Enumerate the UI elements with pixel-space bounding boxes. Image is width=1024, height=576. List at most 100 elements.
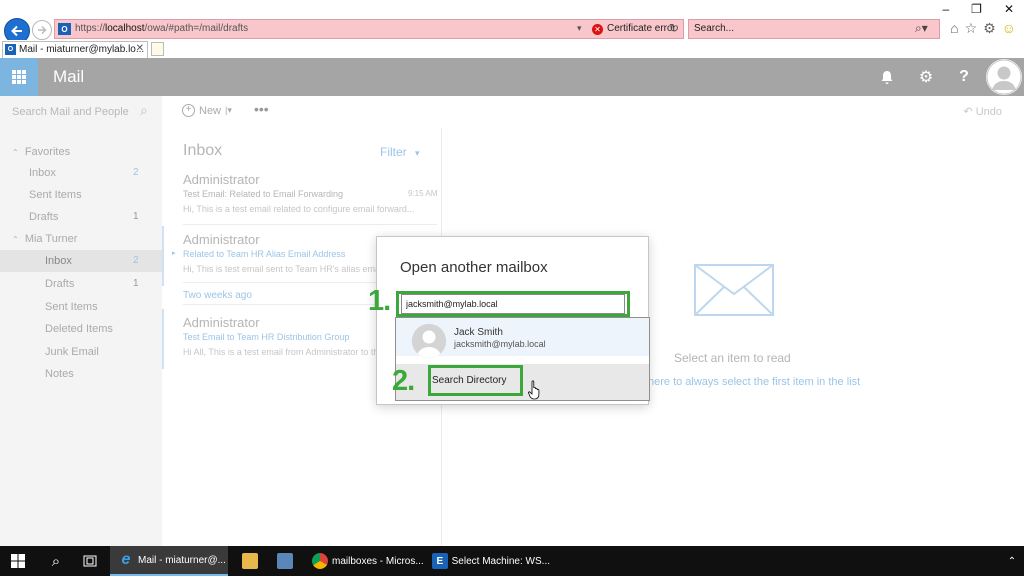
folder-favorites-inbox[interactable]: Inbox 2 — [0, 162, 162, 184]
empty-reading-message: Select an item to read — [674, 351, 791, 365]
tray-chevron-up-icon[interactable]: ⌃ — [1004, 546, 1020, 576]
folder-favorites-drafts[interactable]: Drafts 1 — [0, 206, 162, 228]
expand-arrow-icon: ▸ — [172, 250, 176, 257]
unread-count: 2 — [133, 167, 139, 178]
chevron-down-icon[interactable]: |▾ — [225, 105, 232, 116]
address-dropdown-icon[interactable]: ▾ — [577, 23, 582, 34]
browser-search-placeholder: Search... — [694, 23, 735, 34]
home-icon[interactable]: ⌂ — [950, 20, 958, 37]
window-controls: – ❐ ✕ — [942, 2, 1014, 16]
favorites-header[interactable]: ⌃ Favorites — [0, 141, 162, 163]
taskbar-item-label: Select Machine: WS... — [451, 555, 550, 567]
taskbar-item-label: Mail - miaturner@... — [138, 554, 226, 566]
undo-button[interactable]: ↶ Undo — [963, 105, 1002, 118]
folder-junk-email[interactable]: Junk Email — [0, 341, 162, 363]
bell-icon[interactable] — [868, 58, 906, 96]
app-name: Mail — [53, 67, 85, 86]
browser-tab[interactable]: O Mail - miaturner@mylab.lo... ✕ — [2, 41, 148, 58]
cert-error-icon[interactable]: ✕ — [592, 24, 603, 35]
favorites-label: ⌃ Favorites — [12, 146, 71, 158]
taskbar-item-mail[interactable]: e Mail - miaturner@... — [110, 546, 228, 576]
chevron-up-icon: ⌃ — [12, 148, 19, 157]
browser-tools: ⌂ ☆ ⚙ ☺ — [950, 20, 1016, 37]
filter-button[interactable]: Filter ▾ — [380, 145, 420, 159]
folder-label: Junk Email — [45, 346, 99, 358]
folder-drafts[interactable]: Drafts 1 — [0, 273, 162, 295]
reading-pane-link[interactable]: here to always select the first item in … — [648, 376, 860, 388]
envelope-icon — [694, 264, 774, 316]
start-button[interactable] — [0, 546, 36, 576]
selection-bar — [162, 309, 164, 369]
windows-logo-icon — [11, 554, 25, 568]
step2-highlight — [428, 365, 523, 396]
tab-close-icon[interactable]: ✕ — [136, 43, 144, 54]
folder-deleted-items[interactable]: Deleted Items — [0, 318, 162, 340]
tab-row: O Mail - miaturner@mylab.lo... ✕ — [0, 40, 1024, 59]
taskbar: ⌕ e Mail - miaturner@... mailboxes - Mic… — [0, 546, 1024, 576]
suggestion-email: jacksmith@mylab.local — [454, 339, 546, 349]
account-label: ⌃ Mia Turner — [12, 233, 78, 245]
taskbar-search-icon[interactable]: ⌕ — [40, 546, 72, 576]
new-label: New — [199, 104, 222, 117]
task-view-icon[interactable] — [76, 546, 104, 576]
suggestion-name: Jack Smith — [454, 327, 503, 338]
folder-label: Deleted Items — [45, 323, 113, 335]
folder-sent-items[interactable]: Sent Items — [0, 296, 162, 318]
forward-button[interactable] — [32, 20, 52, 40]
new-button[interactable]: + New |▾ — [182, 104, 232, 117]
message-sender: Administrator — [183, 232, 260, 247]
folder-label: Notes — [45, 368, 74, 380]
folder-inbox[interactable]: Inbox 2 — [0, 250, 162, 272]
address-bar[interactable]: O https://localhost/owa/#path=/mail/draf… — [54, 19, 684, 39]
search-icon[interactable]: ⌕ — [140, 102, 148, 119]
tab-title: Mail - miaturner@mylab.lo... — [19, 44, 145, 55]
forward-arrow-icon — [38, 26, 47, 34]
gear-icon[interactable]: ⚙ — [907, 58, 945, 96]
selection-bar — [162, 226, 164, 286]
account-header[interactable]: ⌃ Mia Turner — [0, 228, 162, 250]
folder-favorites-sent[interactable]: Sent Items — [0, 184, 162, 206]
minimize-button[interactable]: – — [942, 2, 949, 16]
message-sender: Administrator — [183, 172, 260, 187]
app-launcher-button[interactable] — [0, 58, 38, 96]
address-url: https://localhost/owa/#path=/mail/drafts — [75, 23, 249, 34]
help-icon[interactable]: ? — [945, 58, 983, 96]
feedback-smiley-icon[interactable]: ☺ — [1002, 20, 1016, 37]
restore-button[interactable]: ❐ — [971, 2, 982, 16]
search-icon[interactable]: ⌕▾ — [915, 21, 928, 36]
avatar[interactable] — [986, 59, 1022, 95]
folder-label: Inbox — [29, 167, 56, 179]
tools-gear-icon[interactable]: ⚙ — [983, 20, 996, 37]
taskbar-item-label: mailboxes - Micros... — [332, 555, 424, 567]
folder-label: Drafts — [45, 278, 75, 290]
folder-pane: ⌃ Favorites Inbox 2 Sent Items Drafts 1 … — [0, 128, 162, 546]
search-input[interactable]: Search Mail and People ⌕ — [0, 96, 162, 128]
taskbar-item-exchange[interactable]: E Select Machine: WS... — [426, 546, 550, 576]
close-window-button[interactable]: ✕ — [1004, 2, 1014, 16]
message-preview: Hi All, This is a test email from Admini… — [183, 347, 384, 357]
message-preview: Hi, This is test email sent to Team HR's… — [183, 264, 384, 274]
filter-label: Filter — [380, 145, 407, 159]
folder-notes[interactable]: Notes — [0, 363, 162, 385]
hand-cursor-icon — [528, 380, 540, 400]
tab-favicon-icon: O — [5, 44, 16, 55]
suggestion-item[interactable]: Jack Smith jacksmith@mylab.local — [396, 318, 649, 358]
more-actions-button[interactable]: ••• — [254, 101, 269, 117]
refresh-icon[interactable]: ↻ — [669, 21, 679, 35]
undo-icon: ↶ — [963, 106, 973, 118]
taskbar-item-explorer[interactable] — [238, 546, 262, 576]
message-subject: Test Email to Team HR Distribution Group — [183, 332, 350, 342]
browser-toolbar: O https://localhost/owa/#path=/mail/draf… — [0, 0, 1024, 44]
favorites-star-icon[interactable]: ☆ — [965, 20, 978, 37]
list-item[interactable]: Administrator Test Email: Related to Ema… — [162, 172, 441, 220]
new-tab-button[interactable] — [151, 42, 164, 56]
cert-error-label[interactable]: Certificate error — [607, 23, 676, 34]
chrome-icon — [312, 553, 328, 569]
message-preview: Hi, This is a test email related to conf… — [183, 204, 415, 214]
folder-label: Inbox — [45, 255, 72, 267]
waffle-icon — [12, 70, 26, 84]
browser-search-box[interactable]: Search... ⌕▾ — [688, 19, 940, 39]
taskbar-item-server-manager[interactable] — [272, 546, 298, 576]
taskbar-item-chrome[interactable]: mailboxes - Micros... — [306, 546, 428, 576]
list-title: Inbox — [183, 142, 223, 159]
